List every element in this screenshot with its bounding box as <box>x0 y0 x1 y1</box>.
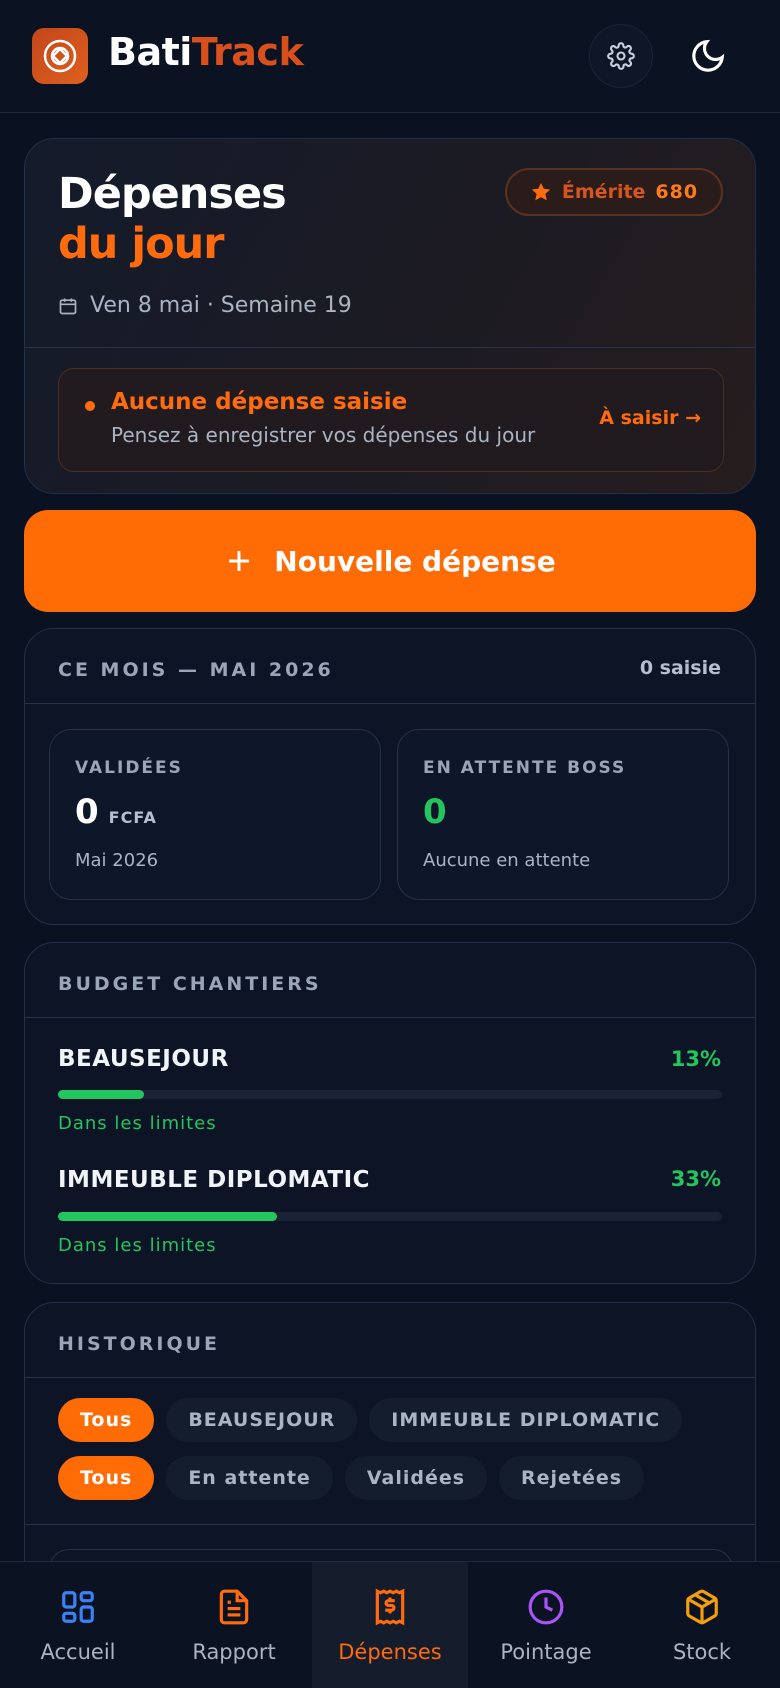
new-expense-label: Nouvelle dépense <box>274 544 556 578</box>
budget-progress-bar <box>58 1212 722 1221</box>
filter-chip-immeuble-diplomatic[interactable]: IMMEUBLE DIPLOMATIC <box>369 1398 683 1442</box>
no-expense-alert[interactable]: Aucune dépense saisie Pensez à enregistr… <box>58 368 724 472</box>
clock-icon <box>528 1589 564 1625</box>
box-icon <box>686 1589 718 1625</box>
daily-expenses-card: Dépenses du jour Émérite 680 Ven 8 mai ·… <box>24 138 756 494</box>
month-summary-card: CE MOIS — MAI 2026 0 saisie VALIDÉES 0 FC… <box>24 628 756 925</box>
pending-value: 0 <box>423 792 447 832</box>
validated-stat: VALIDÉES 0 FCFA Mai 2026 <box>49 729 381 900</box>
alert-subtitle: Pensez à enregistrer vos dépenses du jou… <box>111 423 536 447</box>
site-budget-card: BUDGET CHANTIERS BEAUSEJOUR 13% Dans les… <box>24 942 756 1284</box>
alert-title: Aucune dépense saisie <box>111 389 408 415</box>
budget-progress-fill <box>58 1090 145 1099</box>
history-heading: HISTORIQUE <box>58 1333 221 1355</box>
budget-progress-fill <box>58 1212 278 1221</box>
filter-chip-rejected[interactable]: Rejetées <box>499 1456 645 1500</box>
status-filter-chips: Tous En attente Validées Rejetées <box>58 1456 645 1500</box>
title-line-2: du jour <box>58 219 224 269</box>
grid-icon <box>62 1591 94 1623</box>
site-status: Dans les limites <box>58 1113 217 1134</box>
site-filter-chips: Tous BEAUSEJOUR IMMEUBLE DIPLOMATIC <box>58 1398 683 1442</box>
plus-icon <box>229 551 250 571</box>
filter-chip-all-status[interactable]: Tous <box>58 1456 155 1500</box>
alert-dot <box>85 401 95 411</box>
validated-label: VALIDÉES <box>75 758 183 778</box>
theme-toggle-button[interactable] <box>676 24 740 88</box>
divider <box>25 1017 755 1018</box>
nav-label: Stock <box>672 1640 732 1664</box>
moon-icon <box>692 39 725 72</box>
site-percent: 33% <box>670 1167 721 1191</box>
enter-expense-link[interactable]: À saisir → <box>599 407 701 429</box>
nav-label: Accueil <box>40 1640 116 1664</box>
site-percent: 13% <box>670 1047 721 1071</box>
brand-part-1: Bati <box>108 30 192 74</box>
divider <box>25 1524 755 1525</box>
entries-count: 0 saisie <box>639 657 721 679</box>
badge-label: Émérite <box>561 181 646 203</box>
validated-amount: 0 <box>75 792 99 832</box>
site-status: Dans les limites <box>58 1235 217 1256</box>
pending-subtitle: Aucune en attente <box>423 850 591 871</box>
validated-value: 0 FCFA <box>75 792 157 832</box>
budget-heading: BUDGET CHANTIERS <box>58 973 322 995</box>
date-row: Ven 8 mai · Semaine 19 <box>58 293 352 318</box>
new-expense-button[interactable]: Nouvelle dépense <box>24 510 756 612</box>
title-line-1: Dépenses <box>58 169 287 219</box>
date-text: Ven 8 mai · Semaine 19 <box>90 293 352 318</box>
pending-stat: EN ATTENTE BOSS 0 Aucune en attente <box>397 729 729 900</box>
bottom-navigation: Accueil Rapport Dépenses Pointage Stock <box>0 1561 780 1688</box>
filter-chip-validated[interactable]: Validées <box>344 1456 488 1500</box>
site-name: IMMEUBLE DIPLOMATIC <box>58 1167 371 1193</box>
validated-period: Mai 2026 <box>75 850 159 871</box>
settings-button[interactable] <box>589 24 653 88</box>
pending-label: EN ATTENTE BOSS <box>423 758 627 778</box>
nav-label: Pointage <box>500 1640 592 1664</box>
star-icon <box>531 182 551 201</box>
gear-icon <box>607 42 635 70</box>
filter-chip-all-sites[interactable]: Tous <box>58 1398 155 1442</box>
badge-value: 680 <box>655 181 699 203</box>
calendar-icon <box>59 298 77 314</box>
logo-icon <box>32 28 88 84</box>
nav-item-stock[interactable]: Stock <box>624 1562 780 1688</box>
nav-item-rapport[interactable]: Rapport <box>156 1562 312 1688</box>
brand-part-2: Track <box>191 30 304 74</box>
nav-label: Dépenses <box>338 1640 442 1664</box>
rank-badge: Émérite 680 <box>505 168 723 216</box>
budget-progress-bar <box>58 1090 722 1099</box>
nav-item-accueil[interactable]: Accueil <box>0 1562 156 1688</box>
nav-item-pointage[interactable]: Pointage <box>468 1562 624 1688</box>
nav-item-depenses[interactable]: Dépenses <box>312 1562 468 1688</box>
divider <box>25 347 755 348</box>
month-heading: CE MOIS — MAI 2026 <box>58 659 334 681</box>
nav-label: Rapport <box>192 1640 276 1664</box>
document-icon <box>219 1589 249 1625</box>
page-title: Dépenses du jour <box>58 169 287 269</box>
divider <box>25 1377 755 1378</box>
currency-unit: FCFA <box>108 808 157 827</box>
site-name: BEAUSEJOUR <box>58 1046 229 1072</box>
filter-chip-pending[interactable]: En attente <box>166 1456 333 1500</box>
receipt-dollar-icon <box>375 1588 405 1626</box>
divider <box>25 703 755 704</box>
top-bar: BatiTrack <box>0 0 780 113</box>
filter-chip-beausejour[interactable]: BEAUSEJOUR <box>166 1398 358 1442</box>
brand-name: BatiTrack <box>108 30 304 74</box>
